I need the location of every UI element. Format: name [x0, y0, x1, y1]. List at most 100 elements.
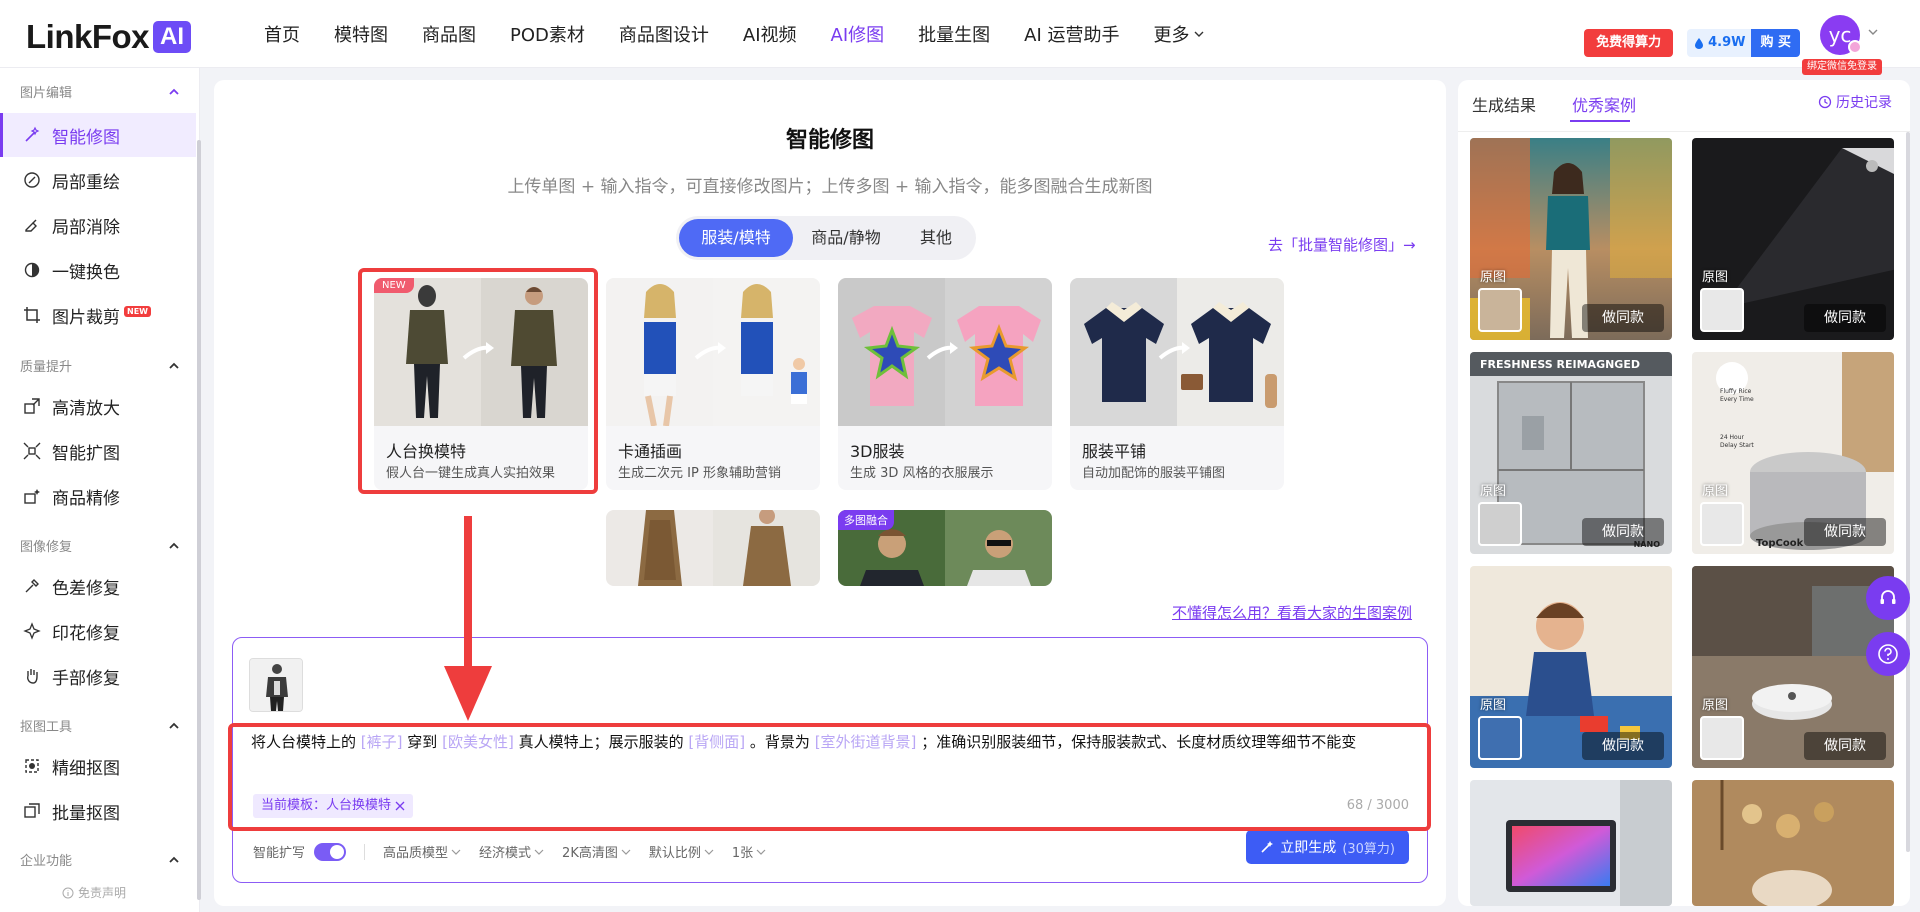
- generate-label: 立即生成: [1280, 840, 1337, 856]
- sidebar-item-hand-fix[interactable]: 手部修复: [0, 654, 196, 698]
- bind-wechat-tip[interactable]: 绑定微信免登录: [1802, 59, 1882, 75]
- case-original-thumb[interactable]: [1478, 288, 1522, 332]
- case-card[interactable]: FRESHNESS REIMAGNGED NANO 原图 做同款: [1470, 352, 1672, 554]
- examples-help-link[interactable]: 不懂得怎么用？看看大家的生图案例: [1172, 602, 1412, 623]
- case-card[interactable]: 原图 做同款: [1470, 138, 1672, 340]
- nav-batch-generate[interactable]: 批量生图: [918, 21, 990, 47]
- template-desc: 生成 3D 风格的衣服展示: [850, 466, 994, 481]
- sidebar-item-batch-cutout[interactable]: 批量抠图: [0, 789, 196, 833]
- nav-model-image[interactable]: 模特图: [334, 21, 388, 47]
- chevron-up-icon[interactable]: [168, 360, 180, 372]
- sidebar-group-image-edit[interactable]: 图片编辑: [20, 82, 180, 101]
- top-navigation-bar: LinkFox AI 首页 模特图 商品图 POD素材 商品图设计 AI视频 A…: [0, 0, 1920, 75]
- nav-ai-video[interactable]: AI视频: [743, 21, 797, 47]
- make-same-button[interactable]: 做同款: [1804, 518, 1886, 546]
- sidebar-item-expand[interactable]: 智能扩图: [0, 429, 196, 473]
- active-tab-indicator: [1570, 120, 1630, 122]
- template-card-cartoon[interactable]: 卡通插画 生成二次元 IP 形象辅助营销: [606, 278, 820, 490]
- make-same-button[interactable]: 做同款: [1582, 304, 1664, 332]
- main-panel: 智能修图 上传单图 + 输入指令，可直接修改图片；上传多图 + 输入指令，能多图…: [214, 80, 1446, 906]
- make-same-button[interactable]: 做同款: [1582, 518, 1664, 546]
- case-card[interactable]: [1692, 780, 1894, 906]
- nav-pod-assets[interactable]: POD素材: [510, 21, 585, 47]
- chevron-up-icon[interactable]: [168, 86, 180, 98]
- nav-product-design[interactable]: 商品图设计: [619, 21, 709, 47]
- case-card[interactable]: 原图 做同款: [1692, 138, 1894, 340]
- sidebar-item-crop[interactable]: 图片裁剪 NEW: [0, 293, 196, 337]
- case-card[interactable]: 原图 做同款: [1470, 566, 1672, 768]
- history-button[interactable]: 历史记录: [1818, 92, 1892, 112]
- sidebar-group-repair[interactable]: 图像修复: [20, 536, 180, 555]
- customer-service-button[interactable]: [1866, 576, 1910, 620]
- count-select[interactable]: 1张: [732, 842, 766, 861]
- nav-home[interactable]: 首页: [264, 21, 300, 47]
- smart-expand-toggle[interactable]: [314, 842, 347, 861]
- case-card[interactable]: Fluffy Rice Every Time 24 Hour Delay Sta…: [1692, 352, 1894, 554]
- tab-product-still[interactable]: 商品/静物: [793, 219, 899, 257]
- help-button[interactable]: [1866, 632, 1910, 676]
- case-image: [1720, 780, 1834, 906]
- sidebar-group-cutout[interactable]: 抠图工具: [20, 716, 180, 735]
- case-original-thumb[interactable]: [1700, 502, 1744, 546]
- case-card[interactable]: [1470, 780, 1672, 906]
- new-badge: NEW: [124, 305, 151, 317]
- after-image: [713, 510, 820, 586]
- free-points-button[interactable]: 免费得算力: [1584, 29, 1674, 57]
- user-menu[interactable]: yc 绑定微信免登录: [1802, 15, 1882, 75]
- results-scrollbar[interactable]: [1906, 132, 1910, 852]
- case-original-thumb[interactable]: [1478, 502, 1522, 546]
- nav-product-image[interactable]: 商品图: [422, 21, 476, 47]
- sidebar-item-product-refine[interactable]: 商品精修: [0, 474, 196, 518]
- chevron-up-icon[interactable]: [168, 720, 180, 732]
- template-card-multi-fusion[interactable]: 多图融合: [838, 510, 1052, 586]
- ratio-select[interactable]: 默认比例: [649, 842, 714, 861]
- sidebar-item-smart-retouch[interactable]: 智能修图: [0, 113, 196, 157]
- sidebar-group-enterprise[interactable]: 企业功能: [20, 850, 180, 869]
- sidebar-item-print-fix[interactable]: 印花修复: [0, 609, 196, 653]
- brand-logo[interactable]: LinkFox AI: [26, 18, 192, 56]
- case-original-thumb[interactable]: [1478, 716, 1522, 760]
- sidebar-item-local-repaint[interactable]: 局部重绘: [0, 158, 196, 202]
- template-card-dress[interactable]: [606, 510, 820, 586]
- smart-expand-option[interactable]: 智能扩写: [253, 842, 347, 861]
- template-preview: [606, 278, 820, 426]
- sidebar-scrollbar[interactable]: [197, 140, 201, 900]
- batch-retouch-link[interactable]: 去「批量智能修图」→: [1268, 234, 1416, 255]
- resolution-select[interactable]: 2K高清图: [562, 842, 631, 861]
- disclaimer-link[interactable]: 免责声明: [62, 884, 126, 901]
- chevron-up-icon[interactable]: [168, 540, 180, 552]
- headset-icon: [1880, 590, 1896, 604]
- chevron-up-icon[interactable]: [168, 854, 180, 866]
- make-same-button[interactable]: 做同款: [1804, 732, 1886, 760]
- generate-button[interactable]: 立即生成 (30算力): [1246, 830, 1409, 864]
- case-card[interactable]: 原图 做同款: [1692, 566, 1894, 768]
- template-card-3d-apparel[interactable]: 3D服装 生成 3D 风格的衣服展示: [838, 278, 1052, 490]
- pattern-icon: [22, 621, 42, 641]
- case-original-thumb[interactable]: [1700, 716, 1744, 760]
- tab-featured-cases[interactable]: 优秀案例: [1572, 92, 1636, 116]
- buy-points-button[interactable]: 购 买: [1751, 29, 1800, 57]
- sidebar-item-local-erase[interactable]: 局部消除: [0, 203, 196, 247]
- template-card-flat-lay[interactable]: 服装平铺 自动加配饰的服装平铺图: [1070, 278, 1284, 490]
- uploaded-image-thumbnail[interactable]: [249, 658, 303, 712]
- sidebar-item-color-fix[interactable]: 色差修复: [0, 564, 196, 608]
- sidebar-item-fine-cutout[interactable]: 精细抠图: [0, 744, 196, 788]
- model-select[interactable]: 高品质模型: [383, 842, 461, 861]
- tab-generated-results[interactable]: 生成结果: [1472, 92, 1536, 116]
- nav-more[interactable]: 更多: [1153, 21, 1205, 47]
- template-name: 3D服装: [850, 442, 905, 461]
- header-actions: 免费得算力 4.9W 购 买 yc 绑定微信免登录: [1584, 15, 1882, 75]
- tab-other[interactable]: 其他: [899, 219, 973, 257]
- chevron-down-icon[interactable]: [1867, 26, 1879, 38]
- sidebar-item-recolor[interactable]: 一键换色: [0, 248, 196, 292]
- sidebar-item-upscale[interactable]: 高清放大: [0, 384, 196, 428]
- nav-ai-retouch[interactable]: AI修图: [831, 21, 885, 47]
- mode-select[interactable]: 经济模式: [479, 842, 544, 861]
- make-same-button[interactable]: 做同款: [1804, 304, 1886, 332]
- tab-apparel-model[interactable]: 服装/模特: [679, 219, 793, 257]
- sidebar-group-quality[interactable]: 质量提升: [20, 356, 180, 375]
- make-same-button[interactable]: 做同款: [1582, 732, 1664, 760]
- points-widget: 4.9W 购 买: [1687, 29, 1800, 57]
- nav-ai-ops-assistant[interactable]: AI 运营助手: [1024, 21, 1119, 47]
- case-original-thumb[interactable]: [1700, 288, 1744, 332]
